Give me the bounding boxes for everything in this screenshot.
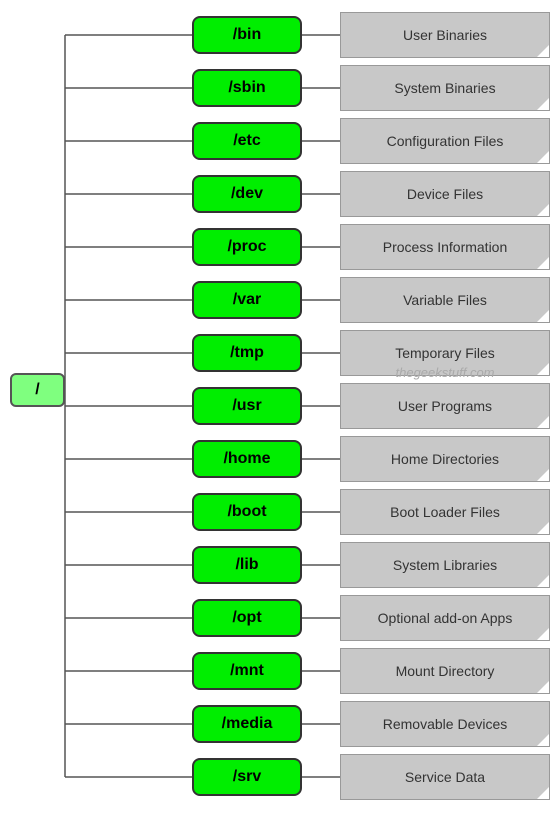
desc-node-sbin: System Binaries <box>340 65 550 111</box>
desc-node-proc: Process Information <box>340 224 550 270</box>
root-label: / <box>35 381 39 399</box>
root-node: / <box>10 373 65 407</box>
dir-node-srv: /srv <box>192 758 302 796</box>
diagram: / /bi <box>0 0 558 813</box>
dir-node-proc: /proc <box>192 228 302 266</box>
dir-node-tmp: /tmp <box>192 334 302 372</box>
desc-node-media: Removable Devices <box>340 701 550 747</box>
desc-node-lib: System Libraries <box>340 542 550 588</box>
watermark: thegeekstuff.com <box>340 365 550 380</box>
desc-node-etc: Configuration Files <box>340 118 550 164</box>
dir-node-dev: /dev <box>192 175 302 213</box>
dir-node-usr: /usr <box>192 387 302 425</box>
dir-node-lib: /lib <box>192 546 302 584</box>
dir-node-var: /var <box>192 281 302 319</box>
dir-node-sbin: /sbin <box>192 69 302 107</box>
dir-node-opt: /opt <box>192 599 302 637</box>
desc-node-dev: Device Files <box>340 171 550 217</box>
desc-node-var: Variable Files <box>340 277 550 323</box>
dir-node-media: /media <box>192 705 302 743</box>
desc-node-opt: Optional add-on Apps <box>340 595 550 641</box>
dir-node-bin: /bin <box>192 16 302 54</box>
desc-node-srv: Service Data <box>340 754 550 800</box>
desc-node-bin: User Binaries <box>340 12 550 58</box>
dir-node-boot: /boot <box>192 493 302 531</box>
dir-node-mnt: /mnt <box>192 652 302 690</box>
desc-node-boot: Boot Loader Files <box>340 489 550 535</box>
dir-node-etc: /etc <box>192 122 302 160</box>
dir-node-home: /home <box>192 440 302 478</box>
desc-node-mnt: Mount Directory <box>340 648 550 694</box>
desc-node-usr: User Programs <box>340 383 550 429</box>
desc-node-home: Home Directories <box>340 436 550 482</box>
